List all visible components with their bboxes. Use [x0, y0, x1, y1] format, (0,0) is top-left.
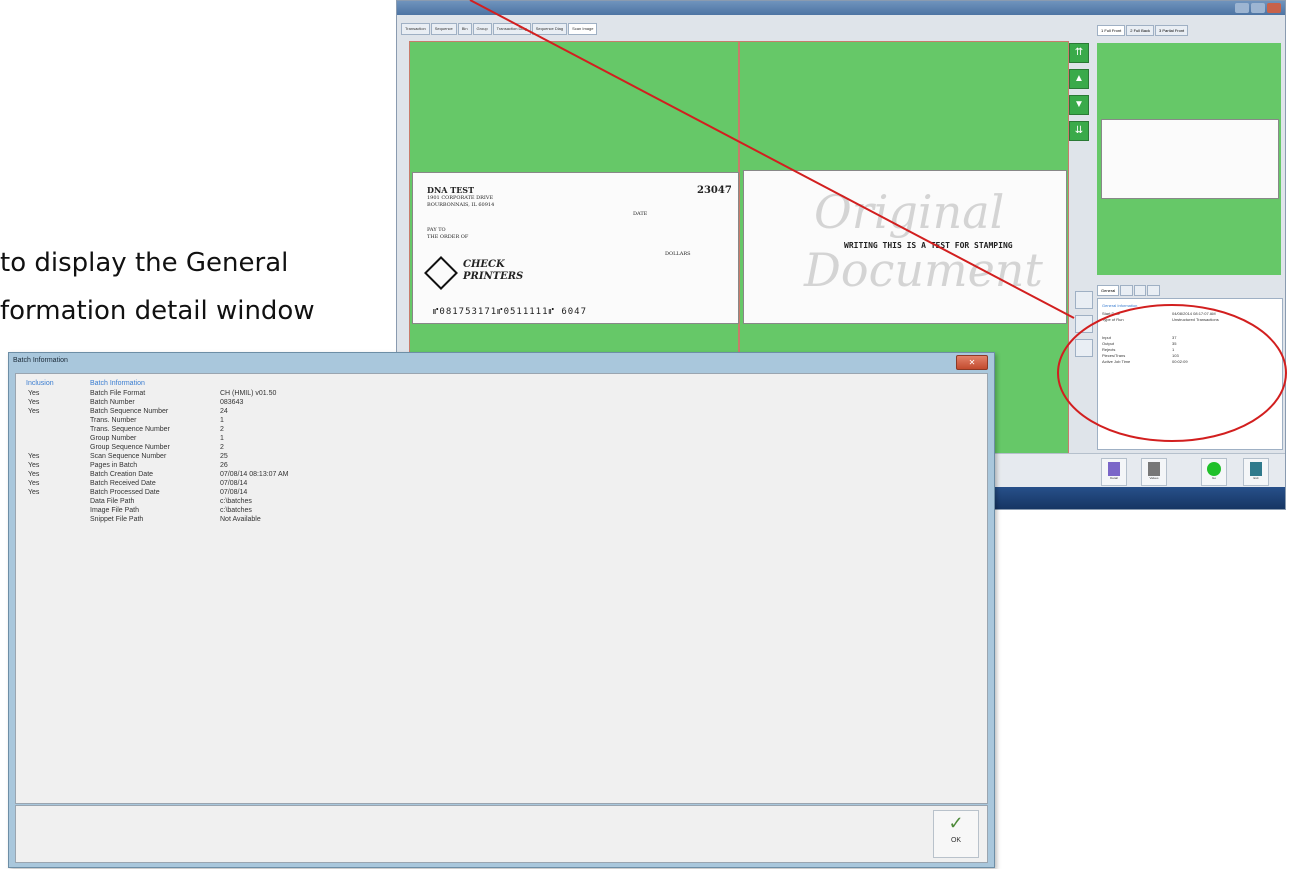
- tab-group[interactable]: Group: [472, 23, 492, 35]
- tab-info-3[interactable]: [1133, 285, 1147, 296]
- checkmark-icon: ✓: [948, 813, 964, 833]
- check-payer: DNA TEST: [427, 185, 475, 195]
- batch-information-dialog: Batch Information ✕ Inclusion Batch Info…: [8, 352, 995, 868]
- tab-transaction-diag[interactable]: Transaction Diag: [492, 23, 531, 35]
- last-image-icon[interactable]: ⇊: [1069, 121, 1089, 141]
- inclusion-header: Inclusion: [26, 380, 54, 387]
- ok-button[interactable]: ✓ OK: [933, 810, 979, 858]
- dialog-title: Batch Information: [13, 357, 68, 364]
- minimize-button[interactable]: [1235, 3, 1249, 13]
- check-front-image: DNA TEST 1901 CORPORATE DRIVE BOURBONNAI…: [412, 172, 739, 324]
- table-row[interactable]: Yes Batch Creation Date 07/08/14 08:13:07 …: [16, 471, 976, 480]
- tab-transaction[interactable]: Transaction: [401, 23, 430, 35]
- batch-info-header: Batch Information: [90, 380, 145, 387]
- dialog-close-button[interactable]: ✕: [956, 355, 988, 370]
- tab-scan-image[interactable]: Scan Image: [568, 23, 598, 35]
- info-tabs: General: [1097, 285, 1161, 296]
- side-tool-button-1[interactable]: [1075, 291, 1093, 309]
- exit-button[interactable]: Exit: [1243, 458, 1269, 486]
- table-row[interactable]: Snippet File Path Not Available: [16, 516, 976, 525]
- check-micr-line: ⑈081753171⑈0511111⑈ 6047: [433, 307, 587, 317]
- check-watermark-2: Document: [804, 243, 1043, 297]
- tab-full-front[interactable]: 1 Full Front: [1097, 25, 1126, 36]
- check-watermark-1: Original: [814, 185, 1005, 239]
- tab-sequence[interactable]: Sequence: [430, 23, 457, 35]
- check-back-image: Original Document WRITING THIS IS A TEST…: [743, 170, 1067, 324]
- check-order-of: THE ORDER OF: [427, 234, 469, 240]
- maximize-button[interactable]: [1251, 3, 1265, 13]
- check-pay-to: PAY TO: [427, 227, 446, 233]
- view-tabs: Transaction Sequence Bin Group Transacti…: [401, 23, 598, 35]
- info-row: Type of Run Unstructured Transactions: [1102, 317, 1219, 322]
- info-row: Input 37: [1102, 335, 1177, 340]
- caption-line-2: formation detail window: [0, 296, 315, 326]
- table-row[interactable]: Yes Batch Number 083643: [16, 399, 976, 408]
- caption-line-1: to display the General: [0, 248, 289, 278]
- table-row[interactable]: Group Number 1: [16, 435, 976, 444]
- previous-image-icon[interactable]: ▲: [1069, 69, 1089, 89]
- check-brand-2: PRINTERS: [463, 271, 524, 282]
- check-number: 23047: [697, 185, 732, 196]
- preview-tabs: 1 Full Front 2 Full Back 3 Partial Front: [1097, 25, 1189, 36]
- table-row[interactable]: Yes Scan Sequence Number 25: [16, 453, 976, 462]
- preview-pane: [1097, 43, 1281, 275]
- table-row[interactable]: Yes Batch Received Date 07/08/14: [16, 480, 976, 489]
- info-row: Rejects 1: [1102, 347, 1175, 352]
- tab-full-back[interactable]: 2 Full Back: [1126, 25, 1155, 36]
- info-row: Pieces/Trans 103: [1102, 353, 1179, 358]
- general-info-panel: General Information Start Date 04/08/2014…: [1097, 298, 1283, 450]
- info-row: Active Job Time 00:02:09: [1102, 359, 1188, 364]
- info-row: Start Date 04/08/2014 08:17:07 AM: [1102, 311, 1216, 316]
- check-stamp: WRITING THIS IS A TEST FOR STAMPING: [844, 241, 1013, 250]
- close-button[interactable]: [1267, 3, 1281, 13]
- values-button[interactable]: Values: [1141, 458, 1167, 486]
- go-button[interactable]: Go: [1201, 458, 1227, 486]
- image-nav: ⇈ ▲ ▼ ⇊: [1069, 43, 1089, 147]
- tab-bin[interactable]: Bin: [457, 23, 472, 35]
- tab-sequence-diag[interactable]: Sequence Diag: [531, 23, 568, 35]
- tab-info-2[interactable]: [1120, 285, 1133, 296]
- table-row[interactable]: Image File Path c:\batches: [16, 507, 976, 516]
- tab-general[interactable]: General: [1097, 285, 1120, 296]
- tab-partial-front[interactable]: 3 Partial Front: [1155, 25, 1189, 36]
- detail-button[interactable]: Detail: [1101, 458, 1127, 486]
- table-row[interactable]: Trans. Number 1: [16, 417, 976, 426]
- ok-label: OK: [950, 837, 962, 844]
- table-row[interactable]: Yes Pages in Batch 26: [16, 462, 976, 471]
- check-date-label: DATE: [633, 211, 648, 217]
- dialog-footer: ✓ OK: [15, 805, 988, 863]
- table-row[interactable]: Data File Path c:\batches: [16, 498, 976, 507]
- side-tool-button-3[interactable]: [1075, 339, 1093, 357]
- info-row: Output 35: [1102, 341, 1177, 346]
- table-row[interactable]: Yes Batch Processed Date 07/08/14: [16, 489, 976, 498]
- check-address-2: BOURBONNAIS, IL 60914: [427, 202, 495, 208]
- first-image-icon[interactable]: ⇈: [1069, 43, 1089, 63]
- side-tool-button-2[interactable]: [1075, 315, 1093, 333]
- batch-info-list: Inclusion Batch Information Yes Batch Fil…: [15, 373, 988, 804]
- check-brand-1: CHECK: [463, 259, 505, 270]
- table-row[interactable]: Group Sequence Number 2: [16, 444, 976, 453]
- preview-check-image: [1101, 119, 1279, 199]
- table-row[interactable]: Yes Batch Sequence Number 24: [16, 408, 976, 417]
- general-info-header: General Information: [1102, 303, 1138, 308]
- table-row[interactable]: Trans. Sequence Number 2: [16, 426, 976, 435]
- next-image-icon[interactable]: ▼: [1069, 95, 1089, 115]
- tab-info-4[interactable]: [1147, 285, 1160, 296]
- app-title-bar: [397, 1, 1285, 15]
- check-dollars: DOLLARS: [665, 251, 691, 257]
- check-printers-logo: [424, 256, 458, 290]
- table-row[interactable]: Yes Batch File Format CH (HMIL) v01.50: [16, 390, 976, 399]
- check-address-1: 1901 CORPORATE DRIVE: [427, 195, 494, 201]
